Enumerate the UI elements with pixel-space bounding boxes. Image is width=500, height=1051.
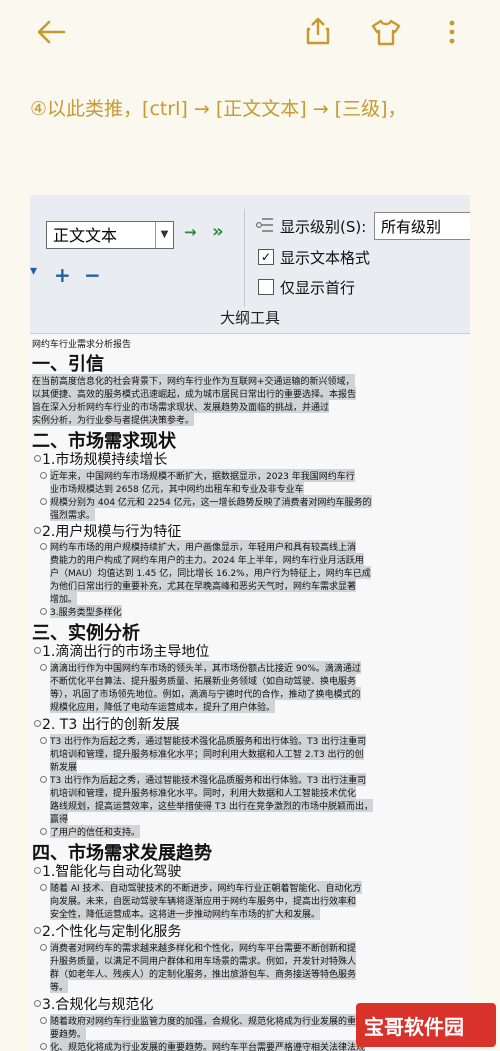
paragraph-line: 强烈需求。 [50,508,96,521]
outline-bullet[interactable] [34,527,41,534]
back-arrow-icon[interactable] [34,18,68,46]
watermark-text: 宝哥软件园 [364,1015,464,1039]
heading-2: 2.个性化与定制化服务 [42,924,182,940]
paragraph-line: 随着政府对网约车行业监管力度的加强，合规化、规范化将成为行业发展的重 [50,1014,357,1027]
outline-bullet[interactable] [40,944,47,951]
collapse-minus-icon[interactable]: − [84,263,101,287]
top-bar [0,0,500,66]
outline-ribbon: 正文文本 ▼ → » + − ▾ 显示级别(S): 所有级别 ✓ 显示文本格式 … [30,195,470,334]
show-level-value: 所有级别 [381,218,442,236]
paragraph-line: 3.服务类型多样化 [50,605,122,618]
heading-2: 2.用户规模与行为特征 [42,524,182,540]
paragraph-line: 群（如老年人、残疾人）的定制化服务，推出旅游包车、商务接送等特色服务 [50,967,357,980]
show-level-select[interactable]: 所有级别 [374,212,470,240]
paragraph-line: 户（MAU）均值达到 1.45 亿，同比增长 16.2%，用户行为特征上，网约车… [50,566,371,579]
paragraph-line: 实例分析，为行业参与者提供决策参考。 [32,413,195,426]
paragraph-line: 不断优化平台算法、提升服务质量、拓展新业务领域（如自动驾驶、换电服务 [50,674,357,687]
show-text-format-checkbox[interactable]: ✓ [258,249,274,265]
paragraph-line: 等。 [50,980,69,993]
outline-level-value: 正文文本 [53,226,118,245]
show-level-label: 显示级别(S): [280,218,367,236]
word-screenshot: 正文文本 ▼ → » + − ▾ 显示级别(S): 所有级别 ✓ 显示文本格式 … [30,195,470,1051]
paragraph-line: T3 出行作为后起之秀，通过智能技术强化品质服务和出行体验。T3 出行注重司 [50,734,367,747]
outline-bullet[interactable] [40,828,47,835]
partial-arrow-icon: ▾ [30,263,38,279]
report-title: 网约车行业需求分析报告 [32,340,132,350]
outline-bullet[interactable] [34,647,41,654]
outline-bullet[interactable] [40,472,47,479]
paragraph-line: 化、规范化将成为行业发展的重要趋势。网约车平台需要严格遵守相关法律法规 [50,1040,366,1051]
show-text-format-label: 显示文本格式 [280,249,371,267]
outline-bullet[interactable] [40,543,47,550]
paragraph-line: T3 出行作为后起之秀，通过智能技术强化品质服务和出行体验。T3 出行注重司 [50,773,367,786]
show-first-line-checkbox[interactable] [258,279,274,295]
outline-bullet[interactable] [40,1017,47,1024]
more-vertical-icon[interactable] [448,18,456,46]
paragraph-line: 升服务质量，以满足不同用户群体和用车场景的需求。例如，开发针对特殊人 [50,954,357,967]
shirt-icon[interactable] [370,18,402,46]
paragraph-line: 近年来，中国网约车市场规模不断扩大，据数据显示，2023 年我国网约车行 [50,469,355,482]
heading-2: 3.合规化与规范化 [42,997,154,1013]
paragraph-line: 为他们日常出行的重要补充，尤其在早晚高峰和恶劣天气时，网约车需求显著 [50,579,357,592]
paragraph-line: 增加。 [50,592,78,605]
paragraph-line: 向发展。未来，自医动驾驶车辆将逐渐应用于网约车服务中，提高出行效率和 [50,894,357,907]
paragraph-line: 新发展 [50,760,78,773]
ribbon-group-label: 大纲工具 [219,309,280,327]
demote-to-body-icon[interactable]: » [212,221,224,242]
document-outline: 网约车行业需求分析报告 一、引信 在当前高度信息化的社会背景下，网约车行业作为互… [30,334,470,1051]
chevron-down-icon[interactable]: ▼ [155,222,173,248]
expand-plus-icon[interactable]: + [54,263,71,287]
paragraph-line: 机培训和管理，提升服务标准化水平；同时利用大数据和人工智 2.T3 出行的创 [50,747,364,760]
heading-2: 1.滴滴出行的市场主导地位 [42,644,210,660]
show-first-line-label: 仅显示首行 [280,279,356,297]
outline-bullet[interactable] [34,455,41,462]
paragraph-line: 赢得 [50,812,69,825]
heading-2: 2. T3 出行的创新发展 [42,717,180,733]
paragraph-line: 规模分别为 404 亿元和 2254 亿元，这一增长趋势反映了消费者对网约车服务… [50,495,372,508]
outline-bullet[interactable] [40,1043,47,1050]
outline-bullet[interactable] [34,1000,41,1007]
outline-bullet[interactable] [34,927,41,934]
outline-bullet[interactable] [40,608,47,615]
paragraph-line: 了用户的信任和支持。 [50,825,141,838]
paragraph-line: 费能力的用户构成了网约车用户的主力。2024 年上半年，网约车行业月活跃用 [50,553,364,566]
paragraph-line: 网约车市场的用户规模持续扩大，用户画像显示，年轻用户和具有较高线上消 [50,540,357,553]
paragraph-line: 滴滴出行作为中国网约车市场的领头羊，其市场份额占比接近 90%。滴滴通过 [50,661,361,674]
outline-bullet[interactable] [40,776,47,783]
paragraph-line: 等），巩固了市场领先地位。例如，滴滴与宁德时代的合作，推动了换电模式的 [50,687,361,700]
outline-bullet[interactable] [40,884,47,891]
outline-bullet[interactable] [40,498,47,505]
heading-2: 1.市场规模持续增长 [42,452,168,468]
outline-level-select[interactable]: 正文文本 ▼ [46,221,174,249]
outline-bullet[interactable] [34,867,41,874]
outline-bullet[interactable] [40,737,47,744]
show-level-icon [256,218,273,232]
outline-bullet[interactable] [34,720,41,727]
heading-1: 一、引信 [32,354,104,375]
site-watermark-logo: 宝哥软件园 [356,1003,496,1047]
ribbon-separator [244,209,245,307]
paragraph-line: 业市场规模达到 2658 亿元，其中网约出租车和专业及非专业车 [50,482,304,495]
paragraph-line: 安全性，降低运营成本。这将进一步推动网约车市场的扩大和发展。 [50,907,321,920]
demote-arrow-icon[interactable]: → [184,223,197,241]
outline-bullet[interactable] [40,664,47,671]
paragraph-line: 随着 AI 技术、自动驾驶技术的不断进步，网约车行业正朝着智能化、自动化方 [50,881,362,894]
paragraph-line: 在当前高度信息化的社会背景下，网约车行业作为互联网+交通运输的新兴领域， [32,374,355,387]
paragraph-line: 路线规划，提高运营效率，这些举措使得 T3 出行在竞争激烈的市场中脱颖而出， [50,799,373,812]
share-icon[interactable] [305,16,331,46]
paragraph-line: 要趋势。 [50,1027,87,1040]
paragraph-line: 旨在深入分析网约车行业的市场需求现状、发展趋势及面临的挑战，并通过 [32,400,330,413]
paragraph-line: 规模化应用，降低了电动车运营成本，提升了用户体验。 [50,700,276,713]
paragraph-line: 消费者对网约车的需求越来越多样化和个性化，网约车平台需要不断创新和提 [50,941,357,954]
heading-2: 1.智能化与自动化驾驶 [42,864,182,880]
paragraph-line: 以其便捷、高效的服务模式迅速崛起，成为城市居民日常出行的重要选择。本报告 [32,387,357,400]
paragraph-line: 机培训和管理，提升服务标准化水平。同时，利用大数据和人工智能技术优化 [50,786,357,799]
step-caption: ④以此类推，[ctrl] → [正文文本] → [三级]， [30,98,407,120]
